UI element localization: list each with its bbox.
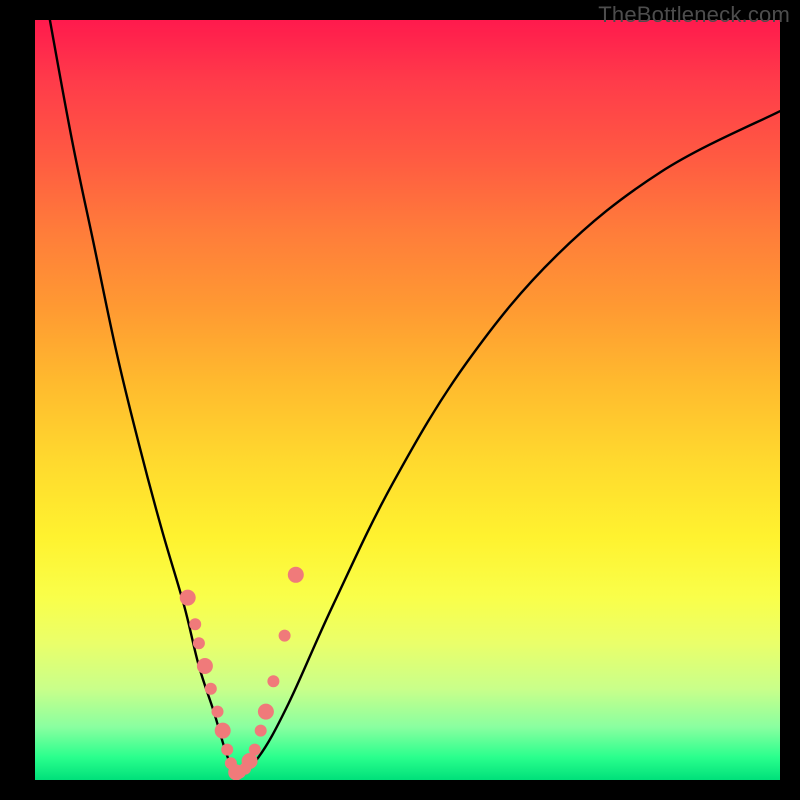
highlight-dot [267,675,279,687]
plot-area [35,20,780,780]
highlight-dot [197,658,213,674]
chart-frame: TheBottleneck.com [0,0,800,800]
highlight-dot [189,618,201,630]
curve-layer [35,20,780,780]
highlight-dot [215,723,231,739]
highlight-dots [180,567,304,780]
highlight-dot [180,590,196,606]
highlight-dot [258,704,274,720]
bottleneck-curve [50,20,780,777]
highlight-dot [279,630,291,642]
highlight-dot [221,744,233,756]
highlight-dot [249,744,261,756]
highlight-dot [205,683,217,695]
watermark-text: TheBottleneck.com [598,2,790,28]
highlight-dot [193,637,205,649]
highlight-dot [255,725,267,737]
highlight-dot [212,706,224,718]
highlight-dot [288,567,304,583]
